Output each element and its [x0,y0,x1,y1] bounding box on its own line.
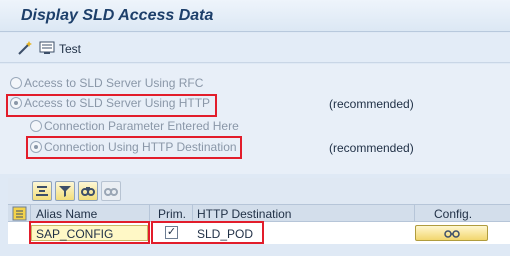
radio-rfc[interactable]: Access to SLD Server Using RFC [10,76,230,92]
radio-button[interactable] [30,120,42,132]
col-prim[interactable]: Prim. [158,207,186,221]
destination-table: Alias Name Prim. HTTP Destination Config… [8,178,510,256]
select-all-icon[interactable] [12,206,27,221]
magic-wand-icon[interactable] [17,40,33,56]
find-next-icon[interactable] [101,181,121,201]
col-config[interactable]: Config. [434,207,472,221]
highlight-prim-destination [151,221,264,244]
align-icon[interactable] [32,181,52,201]
col-http-destination[interactable]: HTTP Destination [197,207,291,221]
filter-icon[interactable] [55,181,75,201]
destination-note: (recommended) [329,141,414,155]
radio-button[interactable] [10,77,22,89]
page-title: Display SLD Access Data [21,7,214,24]
radio-param-label: Connection Parameter Entered Here [44,119,239,133]
title-bar: Display SLD Access Data [0,0,510,32]
highlight-destination [26,136,242,159]
toolbar: Test [0,33,510,63]
radio-rfc-label: Access to SLD Server Using RFC [24,76,204,90]
col-alias-name[interactable]: Alias Name [36,207,97,221]
highlight-alias [29,221,150,244]
test-button-label[interactable]: Test [59,42,81,56]
config-button[interactable] [415,225,488,241]
find-icon[interactable] [78,181,98,201]
glasses-icon [444,230,460,238]
radio-param[interactable]: Connection Parameter Entered Here [30,119,270,135]
table-header: Alias Name Prim. HTTP Destination Config… [8,204,510,223]
test-icon[interactable] [39,40,55,56]
http-note: (recommended) [329,97,414,111]
highlight-http [6,94,217,117]
table-toolbar [8,178,510,204]
